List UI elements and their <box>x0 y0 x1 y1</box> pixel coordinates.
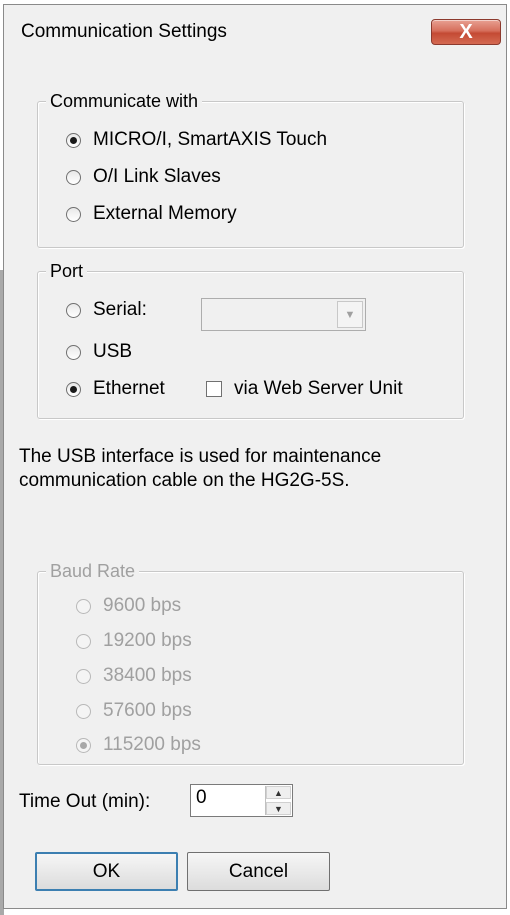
radio-baud-57600[interactable]: 57600 bps <box>76 699 192 723</box>
info-line: communication cable on the HG2G-5S. <box>19 470 350 491</box>
radio-label: External Memory <box>93 203 237 224</box>
radio-label: 9600 bps <box>103 595 182 616</box>
radio-label: 38400 bps <box>103 665 192 686</box>
spin-buttons: ▲ ▼ <box>265 786 291 815</box>
radio-button-icon <box>76 703 91 719</box>
timeout-spinbox[interactable]: 0 ▲ ▼ <box>190 784 293 817</box>
cancel-button[interactable]: Cancel <box>187 852 330 891</box>
ok-button[interactable]: OK <box>35 852 178 891</box>
communicate-with-legend: Communicate with <box>46 90 203 112</box>
communication-settings-dialog: Communication Settings X Communicate wit… <box>3 4 507 909</box>
title-bar: Communication Settings X <box>4 5 506 53</box>
radio-label: MICRO/I, SmartAXIS Touch <box>93 129 328 150</box>
radio-baud-115200[interactable]: 115200 bps <box>76 733 201 757</box>
radio-label: 57600 bps <box>103 700 192 721</box>
radio-label: 19200 bps <box>103 630 192 651</box>
checkbox-icon <box>206 381 222 397</box>
radio-external-memory[interactable]: External Memory <box>66 202 237 226</box>
spin-up-icon[interactable]: ▲ <box>266 786 291 799</box>
radio-usb[interactable]: USB <box>66 340 132 364</box>
radio-baud-19200[interactable]: 19200 bps <box>76 629 192 653</box>
radio-button-icon <box>66 344 81 360</box>
radio-label: Ethernet <box>93 378 165 399</box>
radio-label: O/I Link Slaves <box>93 166 221 187</box>
communicate-with-group: Communicate with MICRO/I, SmartAXIS Touc… <box>37 90 464 248</box>
close-button[interactable]: X <box>431 19 501 45</box>
port-group: Port Serial: ▼ USB Ethernet via Web Serv… <box>37 260 464 419</box>
baud-rate-group: Baud Rate 9600 bps 19200 bps 38400 bps 5… <box>37 560 464 765</box>
radio-label: 115200 bps <box>103 734 201 755</box>
radio-button-icon <box>66 302 81 318</box>
radio-label: USB <box>93 341 133 362</box>
close-icon: X <box>459 20 473 43</box>
radio-button-icon <box>76 737 91 753</box>
timeout-label: Time Out (min): <box>19 791 151 812</box>
checkbox-web-server-unit[interactable]: via Web Server Unit <box>206 377 403 401</box>
radio-button-icon <box>66 132 81 148</box>
dropdown-arrow-icon[interactable]: ▼ <box>337 301 363 328</box>
serial-port-combobox[interactable]: ▼ <box>201 298 366 331</box>
radio-micro-i[interactable]: MICRO/I, SmartAXIS Touch <box>66 128 327 152</box>
radio-button-icon <box>76 633 91 649</box>
radio-ethernet[interactable]: Ethernet <box>66 377 165 401</box>
radio-button-icon <box>76 668 91 684</box>
usb-info-text: The USB interface is used for maintenanc… <box>19 445 489 493</box>
radio-button-icon <box>66 381 81 397</box>
checkbox-label: via Web Server Unit <box>234 378 403 399</box>
radio-oi-link-slaves[interactable]: O/I Link Slaves <box>66 165 221 189</box>
timeout-value[interactable]: 0 <box>196 787 207 809</box>
radio-baud-9600[interactable]: 9600 bps <box>76 594 181 618</box>
port-legend: Port <box>46 260 88 282</box>
radio-button-icon <box>76 598 91 614</box>
radio-button-icon <box>66 206 81 222</box>
info-line: The USB interface is used for maintenanc… <box>19 446 382 467</box>
radio-button-icon <box>66 169 81 185</box>
baud-rate-legend: Baud Rate <box>46 560 140 582</box>
spin-down-icon[interactable]: ▼ <box>266 802 291 815</box>
radio-serial[interactable]: Serial: <box>66 298 147 322</box>
radio-baud-38400[interactable]: 38400 bps <box>76 664 192 688</box>
radio-label: Serial: <box>93 299 147 320</box>
dialog-title: Communication Settings <box>21 21 227 42</box>
